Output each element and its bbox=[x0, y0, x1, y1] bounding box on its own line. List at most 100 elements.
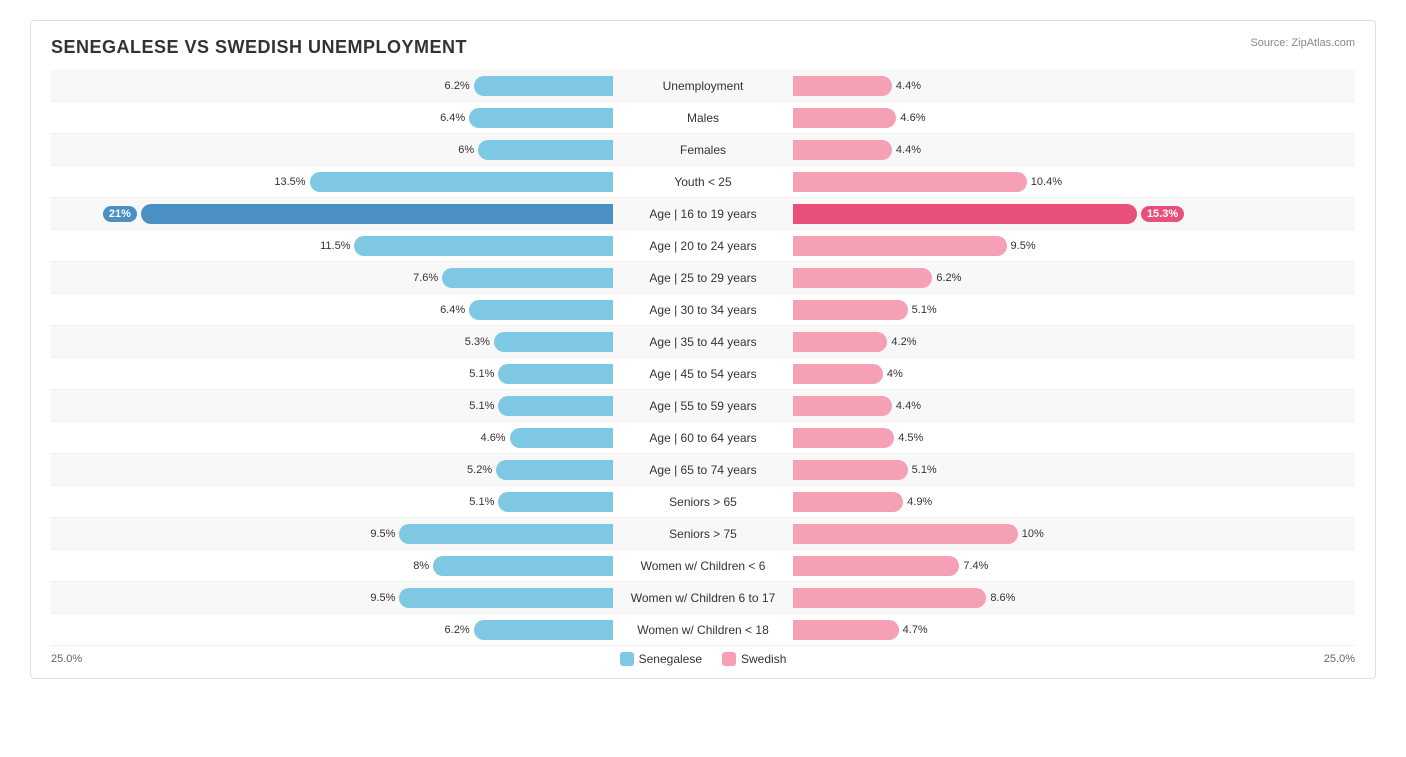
chart-source: Source: ZipAtlas.com bbox=[1250, 37, 1355, 49]
bar-left: 6.2% bbox=[474, 76, 613, 96]
table-row: 6.4%Males4.6% bbox=[51, 102, 1355, 134]
row-wrapper: 21%Age | 16 to 19 years15.3% bbox=[51, 204, 1355, 224]
bar-left: 5.2% bbox=[496, 460, 613, 480]
chart-body: 6.2%Unemployment4.4%6.4%Males4.6%6%Femal… bbox=[51, 70, 1355, 646]
val-left: 5.1% bbox=[469, 496, 494, 508]
val-left: 6.4% bbox=[440, 112, 465, 124]
row-label: Age | 45 to 54 years bbox=[613, 367, 793, 381]
axis-left-label: 25.0% bbox=[51, 653, 82, 665]
legend-swedish-icon bbox=[722, 652, 736, 666]
bar-left: 11.5% bbox=[354, 236, 613, 256]
val-left: 13.5% bbox=[274, 176, 305, 188]
chart-container: SENEGALESE VS SWEDISH UNEMPLOYMENT Sourc… bbox=[30, 20, 1376, 679]
val-left: 5.2% bbox=[467, 464, 492, 476]
table-row: 6.4%Age | 30 to 34 years5.1% bbox=[51, 294, 1355, 326]
row-wrapper: 11.5%Age | 20 to 24 years9.5% bbox=[51, 236, 1355, 256]
row-label: Age | 60 to 64 years bbox=[613, 431, 793, 445]
row-label: Seniors > 65 bbox=[613, 495, 793, 509]
row-label: Women w/ Children < 18 bbox=[613, 623, 793, 637]
row-label: Women w/ Children 6 to 17 bbox=[613, 591, 793, 605]
table-row: 4.6% Age | 60 to 64 years 4.5% bbox=[51, 422, 1355, 454]
bar-left: 5.1% bbox=[498, 396, 613, 416]
val-right: 4.6% bbox=[900, 112, 925, 124]
row-wrapper: 6.4%Males4.6% bbox=[51, 108, 1355, 128]
row-wrapper: 5.2%Age | 65 to 74 years5.1% bbox=[51, 460, 1355, 480]
axis-right-label: 25.0% bbox=[1324, 653, 1355, 665]
row-wrapper: 6.4%Age | 30 to 34 years5.1% bbox=[51, 300, 1355, 320]
row-wrapper: 6.2%Unemployment4.4% bbox=[51, 76, 1355, 96]
bar-right: 4.4% bbox=[793, 76, 892, 96]
bar-left: 8% bbox=[433, 556, 613, 576]
table-row: 6.2%Women w/ Children < 184.7% bbox=[51, 614, 1355, 646]
row-wrapper: 6%Females4.4% bbox=[51, 140, 1355, 160]
val-left: 11.5% bbox=[320, 240, 350, 252]
row-wrapper: 9.5%Women w/ Children 6 to 178.6% bbox=[51, 588, 1355, 608]
bar-left: 21% bbox=[141, 204, 613, 224]
table-row: 6%Females4.4% bbox=[51, 134, 1355, 166]
row-label: Age | 35 to 44 years bbox=[613, 335, 793, 349]
bar-right: 10.4% bbox=[793, 172, 1027, 192]
bar-left: 9.5% bbox=[399, 524, 613, 544]
bar-right: 6.2% bbox=[793, 268, 932, 288]
table-row: 5.1%Age | 45 to 54 years4% bbox=[51, 358, 1355, 390]
bar-right: 8.6% bbox=[793, 588, 986, 608]
row-wrapper: 5.3%Age | 35 to 44 years4.2% bbox=[51, 332, 1355, 352]
bar-left: 7.6% bbox=[442, 268, 613, 288]
row-wrapper: 13.5%Youth < 2510.4% bbox=[51, 172, 1355, 192]
row-label: Males bbox=[613, 111, 793, 125]
row-label: Age | 55 to 59 years bbox=[613, 399, 793, 413]
bar-right: 9.5% bbox=[793, 236, 1007, 256]
val-left: 8% bbox=[413, 560, 429, 572]
bar-right: 5.1% bbox=[793, 300, 908, 320]
bar-right: 10% bbox=[793, 524, 1018, 544]
bar-left: 9.5% bbox=[399, 588, 613, 608]
val-right: 4.4% bbox=[896, 144, 921, 156]
val-right: 4.7% bbox=[903, 624, 928, 636]
val-left: 6.2% bbox=[445, 80, 470, 92]
val-right: 4.4% bbox=[896, 400, 921, 412]
chart-title: SENEGALESE VS SWEDISH UNEMPLOYMENT bbox=[51, 37, 467, 58]
table-row: 5.1%Age | 55 to 59 years4.4% bbox=[51, 390, 1355, 422]
table-row: 6.2%Unemployment4.4% bbox=[51, 70, 1355, 102]
table-row: 7.6%Age | 25 to 29 years6.2% bbox=[51, 262, 1355, 294]
bar-left: 5.3% bbox=[494, 332, 613, 352]
chart-legend: Senegalese Swedish bbox=[620, 652, 787, 666]
row-wrapper: 9.5%Seniors > 7510% bbox=[51, 524, 1355, 544]
bar-right: 4.7% bbox=[793, 620, 899, 640]
bar-left: 5.1% bbox=[498, 364, 613, 384]
val-right: 5.1% bbox=[912, 464, 937, 476]
table-row: 11.5%Age | 20 to 24 years9.5% bbox=[51, 230, 1355, 262]
legend-senegalese-icon bbox=[620, 652, 634, 666]
val-left: 7.6% bbox=[413, 272, 438, 284]
val-right: 5.1% bbox=[912, 304, 937, 316]
bar-right: 4.9% bbox=[793, 492, 903, 512]
val-right: 4.5% bbox=[898, 432, 923, 444]
row-wrapper: 5.1%Seniors > 654.9% bbox=[51, 492, 1355, 512]
bar-left: 13.5% bbox=[310, 172, 613, 192]
legend-senegalese-label: Senegalese bbox=[639, 652, 702, 666]
row-label: Women w/ Children < 6 bbox=[613, 559, 793, 573]
row-label: Age | 16 to 19 years bbox=[613, 207, 793, 221]
val-right: 15.3% bbox=[1141, 206, 1184, 222]
val-left: 21% bbox=[103, 206, 137, 222]
val-right: 4.4% bbox=[896, 80, 921, 92]
val-left: 4.6% bbox=[481, 432, 506, 444]
bar-left: 5.1% bbox=[498, 492, 613, 512]
val-right: 9.5% bbox=[1011, 240, 1036, 252]
row-label: Age | 65 to 74 years bbox=[613, 463, 793, 477]
bar-right: 4.4% bbox=[793, 396, 892, 416]
val-left: 5.1% bbox=[469, 400, 494, 412]
bar-right: 7.4% bbox=[793, 556, 959, 576]
row-label: Age | 30 to 34 years bbox=[613, 303, 793, 317]
val-right: 6.2% bbox=[936, 272, 961, 284]
bar-left: 6.4% bbox=[469, 108, 613, 128]
row-wrapper: 5.1%Age | 45 to 54 years4% bbox=[51, 364, 1355, 384]
table-row: 5.1%Seniors > 654.9% bbox=[51, 486, 1355, 518]
bar-left: 6.2% bbox=[474, 620, 613, 640]
row-wrapper: 4.6% Age | 60 to 64 years 4.5% bbox=[51, 428, 1355, 448]
table-row: 9.5%Seniors > 7510% bbox=[51, 518, 1355, 550]
bar-left: 6.4% bbox=[469, 300, 613, 320]
row-wrapper: 6.2%Women w/ Children < 184.7% bbox=[51, 620, 1355, 640]
chart-header: SENEGALESE VS SWEDISH UNEMPLOYMENT Sourc… bbox=[51, 37, 1355, 58]
row-wrapper: 5.1%Age | 55 to 59 years4.4% bbox=[51, 396, 1355, 416]
